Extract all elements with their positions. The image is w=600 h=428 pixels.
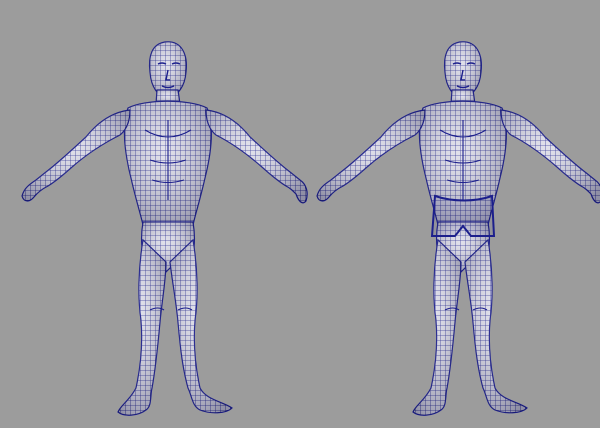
left-leg-shading xyxy=(118,240,166,416)
right-leg-shading xyxy=(170,240,232,413)
body-mesh-with-shorts[interactable] xyxy=(316,41,600,416)
left-arm-shading xyxy=(22,110,130,201)
left-leg-shading xyxy=(413,240,461,416)
3d-viewport[interactable] xyxy=(0,0,600,428)
scene xyxy=(21,41,600,416)
left-arm-shading xyxy=(317,110,425,201)
right-leg-shading xyxy=(465,240,527,413)
base-body-mesh[interactable] xyxy=(21,41,308,416)
right-arm-shading xyxy=(206,110,308,203)
